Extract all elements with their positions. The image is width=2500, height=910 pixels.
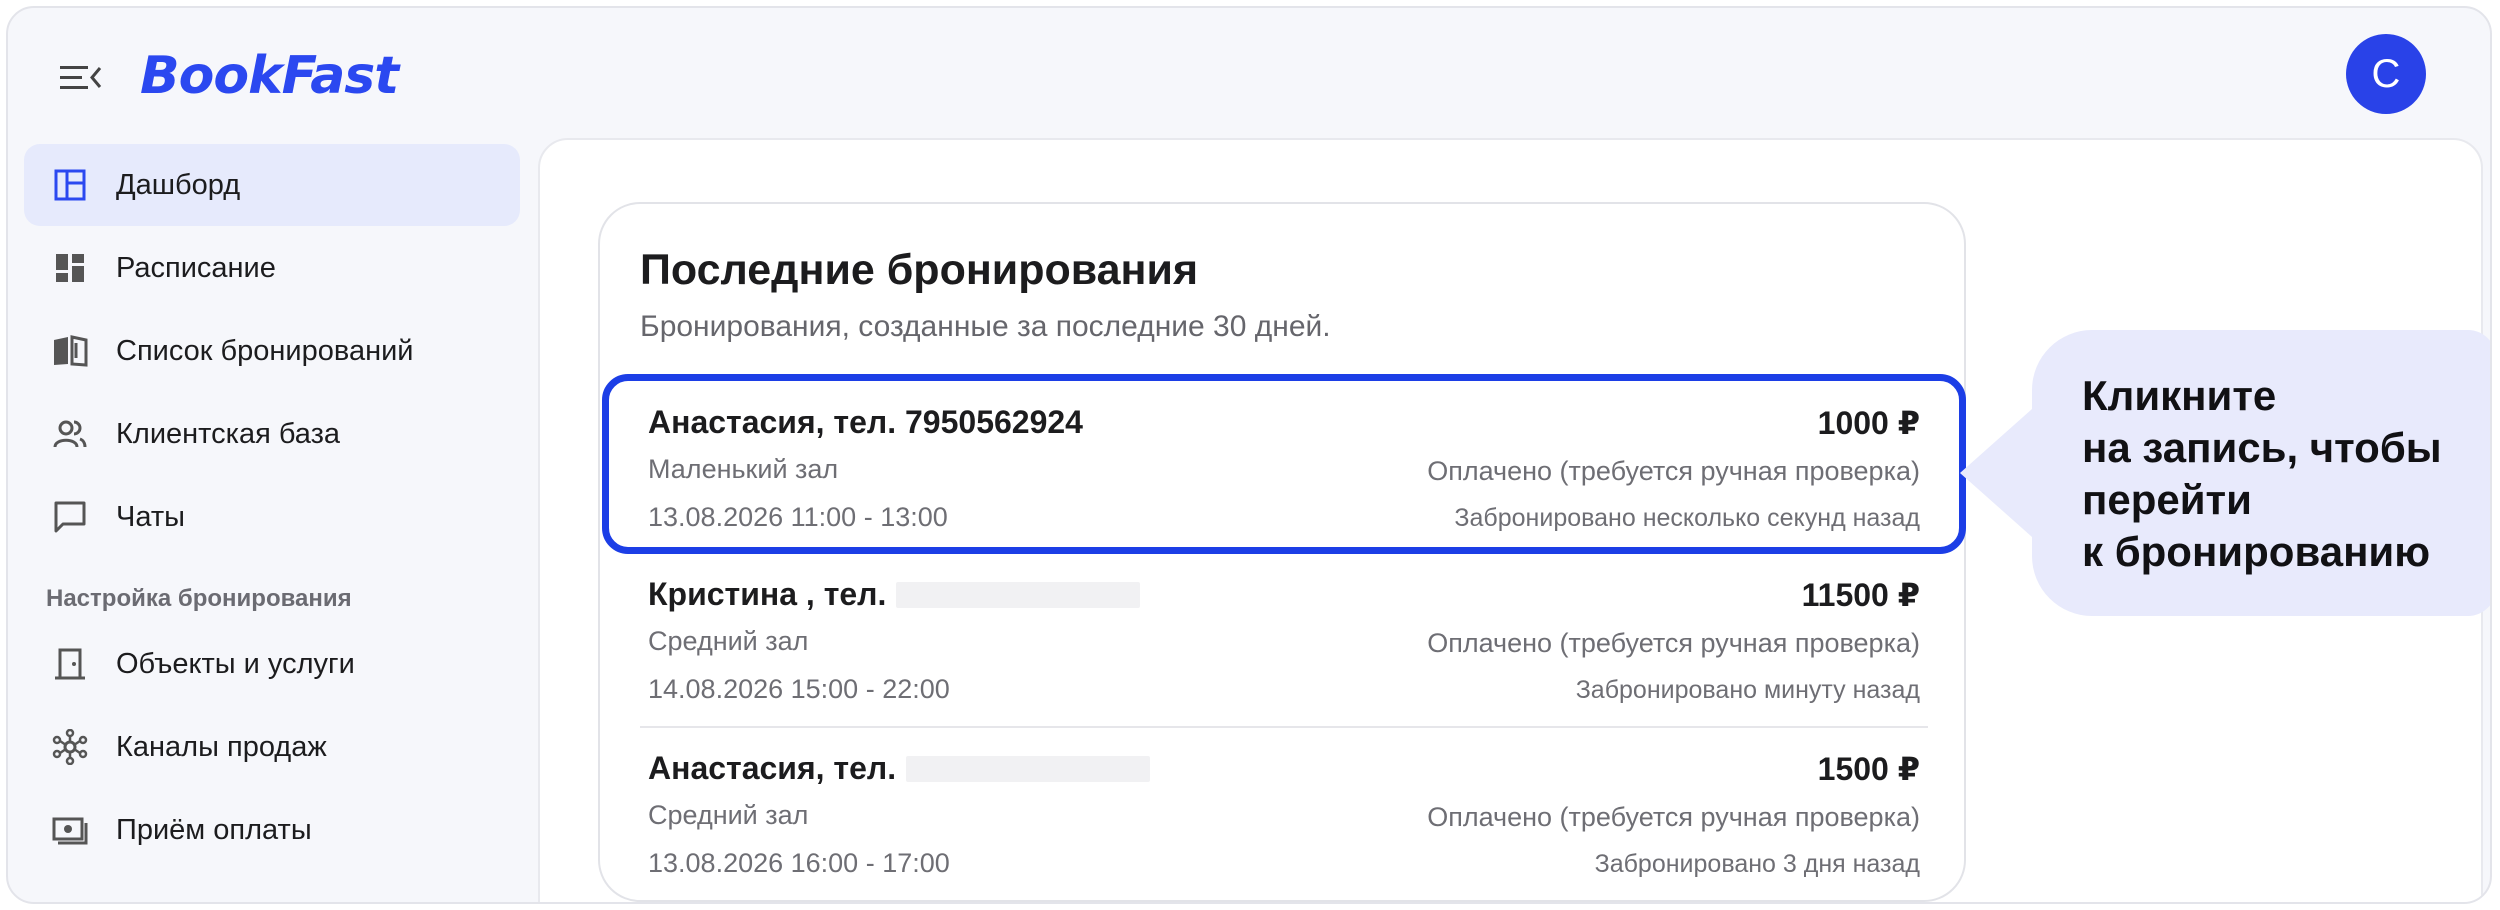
sidebar-item-chats[interactable]: Чаты (24, 476, 520, 558)
booking-hall: Средний зал (648, 800, 809, 830)
collapse-menu-icon[interactable] (54, 60, 104, 96)
booking-client-name: Анастасия, тел. (648, 750, 1151, 787)
hint-callout-text: Кликните на запись, чтобы перейти к брон… (2082, 372, 2442, 575)
booking-time: 14.08.2026 15:00 - 22:00 (648, 674, 950, 704)
card-title: Последние бронирования (640, 246, 1199, 294)
booking-created-time: Забронировано несколько секунд назад (1454, 504, 1920, 532)
booking-price: 1000 ₽ (1817, 405, 1920, 441)
booking-payment-status: Оплачено (требуется ручная проверка) (1427, 802, 1920, 832)
sidebar-item-label: Клиентская база (116, 417, 340, 450)
booking-payment-status: Оплачено (требуется ручная проверка) (1427, 628, 1920, 658)
booking-row[interactable]: Анастасия, тел. Средний зал 13.08.2026 1… (640, 730, 1928, 902)
booking-time: 13.08.2026 11:00 - 13:00 (648, 502, 948, 532)
sidebar-item-clients[interactable]: Клиентская база (24, 393, 520, 475)
schedule-icon (52, 250, 88, 286)
sidebar-item-schedule[interactable]: Расписание (24, 227, 520, 309)
card-subtitle: Бронирования, созданные за последние 30 … (640, 310, 1331, 343)
hidden-phone (896, 581, 1141, 608)
booking-price: 1500 ₽ (1817, 751, 1920, 787)
hidden-phone (906, 755, 1151, 782)
sidebar-item-label: Чаты (116, 500, 185, 533)
chat-icon (52, 499, 88, 535)
sidebar-item-bookings[interactable]: Список бронирований (24, 310, 520, 392)
booking-hall: Средний зал (648, 626, 809, 656)
sidebar-item-label: Расписание (116, 251, 276, 284)
booking-created-time: Забронировано 3 дня назад (1594, 850, 1920, 878)
sidebar-item-label: Каналы продаж (116, 730, 327, 763)
sidebar-item-label: Дашборд (116, 168, 241, 201)
network-icon (52, 729, 88, 765)
app-logo[interactable]: BookFast (140, 46, 399, 106)
sidebar-item-label: Объекты и услуги (116, 647, 355, 680)
recent-bookings-card: Последние бронирования Бронирования, соз… (598, 202, 1966, 902)
booking-price: 11500 ₽ (1801, 577, 1920, 613)
book-icon (52, 333, 88, 369)
sidebar-item-sales-channels[interactable]: Каналы продаж (24, 706, 520, 788)
sidebar: Дашборд Расписание Список бронирований К… (24, 144, 520, 872)
sidebar-item-objects[interactable]: Объекты и услуги (24, 623, 520, 705)
booking-client-name: Анастасия, тел. 7950562924 (648, 404, 1083, 440)
booking-client-name: Кристина , тел. (648, 576, 1141, 613)
booking-payment-status: Оплачено (требуется ручная проверка) (1427, 456, 1920, 486)
booking-time: 13.08.2026 16:00 - 17:00 (648, 848, 950, 878)
sidebar-item-payments[interactable]: Приём оплаты (24, 789, 520, 871)
booking-hall: Маленький зал (648, 454, 839, 484)
users-icon (52, 416, 88, 452)
sidebar-item-label: Приём оплаты (116, 813, 312, 846)
sidebar-item-dashboard[interactable]: Дашборд (24, 144, 520, 226)
app-window: BookFast C Дашборд Расписание Список бро… (6, 6, 2492, 904)
dashboard-icon (52, 167, 88, 203)
booking-created-time: Забронировано минуту назад (1575, 676, 1920, 704)
booking-row[interactable]: Кристина , тел. Средний зал 14.08.2026 1… (640, 556, 1928, 728)
payment-icon (52, 812, 88, 848)
sidebar-section-title: Настройка бронирования (46, 585, 352, 612)
door-icon (52, 646, 88, 682)
booking-row[interactable]: Анастасия, тел. 7950562924 Маленький зал… (640, 384, 1928, 556)
sidebar-item-label: Список бронирований (116, 334, 414, 367)
user-avatar[interactable]: C (2346, 34, 2426, 114)
